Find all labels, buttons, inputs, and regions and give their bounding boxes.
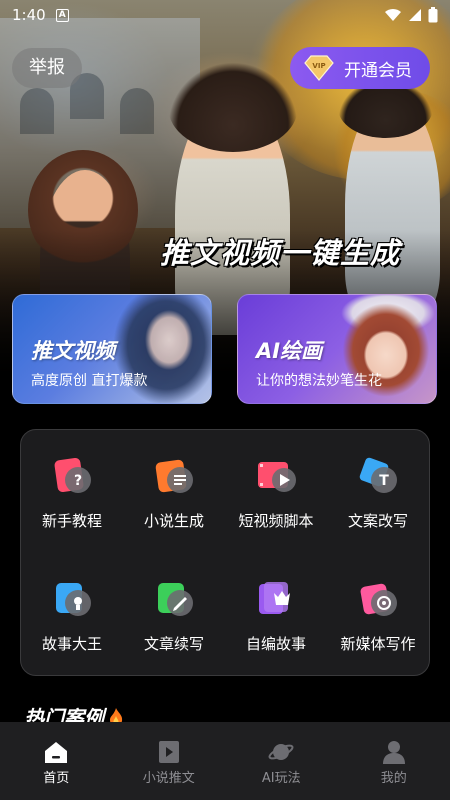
report-button[interactable]: 举报 — [12, 48, 82, 88]
status-time: 1:40 — [12, 6, 46, 24]
tool-rewrite[interactable]: T 文案改写 — [327, 430, 429, 540]
tool-label: 新媒体写作 — [340, 635, 416, 653]
nav-label: AI玩法 — [261, 771, 301, 786]
svg-text:T: T — [379, 473, 389, 489]
custom-story-icon — [259, 582, 290, 614]
tools-panel: ? 新手教程 小说生成 短视频脚本 T 文案改写 故事大王 文章续写 自编故事 … — [20, 429, 430, 676]
bottom-nav: 首页 小说推文 AI玩法 我的 — [0, 722, 450, 800]
planet-icon — [268, 744, 294, 760]
ai-painting-card-title: AI绘画 — [256, 339, 323, 363]
status-bar: 1:40 A — [0, 0, 450, 30]
tweet-video-card[interactable]: 推文视频 高度原创 直打爆款 — [12, 294, 212, 404]
hero-headline: 推文视频一键生成 — [160, 236, 401, 270]
tweet-video-card-title: 推文视频 — [31, 339, 115, 363]
vip-button[interactable]: VIP 开通会员 — [290, 47, 430, 89]
tool-label: 文章续写 — [143, 635, 204, 653]
novel-tweet-icon — [158, 741, 179, 763]
home-icon — [45, 742, 68, 763]
battery-icon — [428, 7, 438, 23]
tool-label: 短视频脚本 — [238, 512, 314, 530]
rewrite-icon: T — [359, 457, 397, 493]
tweet-video-card-subtitle: 高度原创 直打爆款 — [31, 373, 148, 389]
signal-icon — [409, 9, 421, 21]
media-writing-icon — [360, 583, 397, 616]
tool-story-king[interactable]: 故事大王 — [21, 553, 123, 663]
tool-media-writing[interactable]: 新媒体写作 — [327, 553, 429, 663]
tool-label: 故事大王 — [41, 635, 102, 653]
tool-novel-generate[interactable]: 小说生成 — [123, 430, 225, 540]
nav-label: 首页 — [43, 771, 70, 786]
nav-profile[interactable]: 我的 — [338, 722, 450, 800]
vip-diamond-icon: VIP — [304, 55, 334, 81]
tool-custom-story[interactable]: 自编故事 — [225, 553, 327, 663]
vip-label: 开通会员 — [344, 60, 412, 81]
nav-ai-play[interactable]: AI玩法 — [225, 722, 338, 800]
profile-icon — [382, 741, 405, 764]
tool-label: 小说生成 — [143, 512, 204, 530]
video-script-icon — [258, 462, 296, 492]
status-indicator: A — [55, 8, 69, 22]
tutorial-icon: ? — [54, 457, 91, 493]
ai-painting-card[interactable]: AI绘画 让你的想法妙笔生花 — [237, 294, 437, 404]
wifi-icon — [385, 8, 401, 21]
novel-icon — [155, 459, 193, 493]
nav-label: 我的 — [380, 771, 407, 786]
tool-continue-article[interactable]: 文章续写 — [123, 553, 225, 663]
tool-video-script[interactable]: 短视频脚本 — [225, 430, 327, 540]
tool-tutorial[interactable]: ? 新手教程 — [21, 430, 123, 540]
tool-label: 新手教程 — [41, 512, 102, 530]
svg-text:?: ? — [74, 473, 82, 489]
continue-icon — [158, 583, 193, 616]
story-icon — [56, 583, 91, 616]
tool-label: 文案改写 — [347, 512, 408, 530]
ai-painting-card-subtitle: 让你的想法妙笔生花 — [256, 373, 382, 389]
nav-home[interactable]: 首页 — [0, 722, 113, 800]
nav-label: 小说推文 — [142, 771, 195, 786]
nav-novel-tweet[interactable]: 小说推文 — [113, 722, 226, 800]
svg-text:VIP: VIP — [312, 62, 325, 70]
tool-label: 自编故事 — [245, 635, 306, 653]
